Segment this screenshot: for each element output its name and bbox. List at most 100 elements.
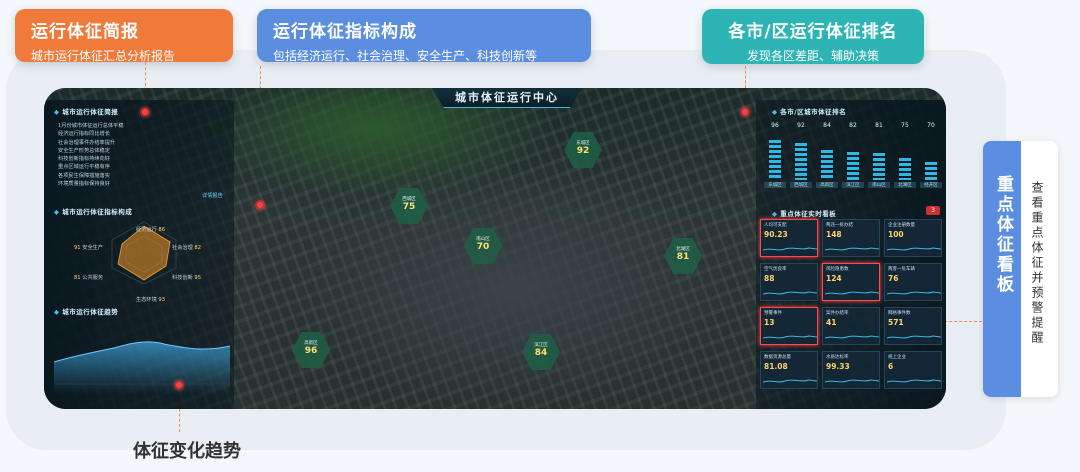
- district-value: 81: [676, 252, 690, 262]
- radar-label-text: 社会治理: [172, 245, 193, 251]
- ranking-value: 81: [875, 122, 883, 129]
- alert-marker[interactable]: [253, 198, 267, 212]
- indicator-value: 148: [826, 230, 842, 239]
- indicator-name: 风险隐患数: [826, 267, 849, 272]
- brief-text: 1月份城市体征运行总体平稳 经济运行指标同比增长 社会治理事件办结率提升 安全生…: [58, 122, 228, 188]
- ranking-value: 92: [797, 122, 805, 129]
- indicator-sparkline: [887, 247, 941, 251]
- board-callout-subtitle: 查看重点体征并预警提醒: [1030, 181, 1044, 346]
- indicator-value: 571: [888, 318, 904, 327]
- radar-label-text: 科技创新: [172, 275, 193, 281]
- trend-panel-title: 城市运行体征趋势: [54, 306, 118, 316]
- brief-panel-title: 城市运行体征简报: [54, 106, 118, 116]
- indicator-sparkline: [763, 335, 817, 339]
- indicator-card[interactable]: 数据资源总量 81.08: [760, 351, 818, 389]
- brief-line: 经济运行指标同比增长: [58, 131, 110, 138]
- radar-label: 生态环境 93: [136, 296, 165, 304]
- ranking-district-name: 南山区: [868, 182, 890, 188]
- radar-label: 81 公共服务: [74, 274, 103, 282]
- radar-value: 93: [158, 297, 166, 303]
- brief-more-link[interactable]: 详情报告: [202, 192, 223, 200]
- trend-area-chart: [54, 341, 230, 394]
- report-callout-title: 运行体征简报: [31, 22, 139, 42]
- indicator-value: 81.08: [764, 362, 788, 371]
- ranking-bar-fill: [769, 140, 781, 180]
- ranking-callout-subtitle: 发现各区差距、辅助决策: [746, 49, 879, 63]
- indicator-sparkline: [763, 379, 817, 383]
- indicator-value: 90.23: [764, 230, 788, 239]
- composition-callout-title: 运行体征指标构成: [273, 22, 417, 42]
- indicator-name: 规上企业: [888, 355, 906, 360]
- indicator-card[interactable]: 企业注册数量 100: [884, 219, 942, 257]
- indicator-name: 两客一危车辆: [888, 267, 915, 272]
- radar-label-text: 生态环境: [136, 297, 157, 303]
- brief-line: 环境质量指标保持良好: [58, 181, 110, 188]
- indicator-name: 预警事件: [764, 311, 782, 316]
- dashboard-title: 城市体征运行中心: [432, 88, 582, 108]
- ranking-bar[interactable]: 75 北湖区: [894, 122, 916, 192]
- ranking-bar[interactable]: 82 滨江区: [842, 122, 864, 192]
- indicator-value: 41: [826, 318, 837, 327]
- ranking-value: 75: [901, 122, 909, 129]
- indicator-card[interactable]: 人均可支配 90.23: [760, 219, 818, 257]
- ranking-district-name: 高新区: [816, 182, 838, 188]
- indicator-value: 76: [888, 274, 899, 283]
- radar-label-text: 安全生产: [82, 245, 104, 251]
- indicator-sparkline: [825, 247, 879, 251]
- indicator-sparkline: [887, 291, 941, 295]
- left-panel: 城市运行体征简报 1月份城市体征运行总体平稳 经济运行指标同比增长 社会治理事件…: [44, 100, 234, 409]
- indicator-card[interactable]: 案件办结率 41: [822, 307, 880, 345]
- alert-count-badge[interactable]: 3: [926, 206, 940, 215]
- indicator-card[interactable]: 两违一拆办结 148: [822, 219, 880, 257]
- indicator-sparkline: [763, 247, 817, 251]
- radar-label-text: 公共服务: [82, 275, 104, 281]
- board-callout-title: 重点体征看板: [993, 175, 1013, 295]
- ranking-callout-title: 各市/区运行体征排名: [728, 22, 898, 42]
- indicator-card[interactable]: 规上企业 6: [884, 351, 942, 389]
- ranking-bar[interactable]: 92 西城区: [790, 122, 812, 192]
- ranking-value: 82: [849, 122, 857, 129]
- indicator-name: 网格事件数: [888, 311, 911, 316]
- indicator-value: 99.33: [826, 362, 850, 371]
- indicator-card[interactable]: 两客一危车辆 76: [884, 263, 942, 301]
- radar-value: 82: [194, 245, 202, 251]
- indicator-name: 空气优良率: [764, 267, 787, 272]
- board-panel-title: 重点体征实时看板: [772, 208, 836, 218]
- indicator-card[interactable]: 预警事件 13: [760, 307, 818, 345]
- indicator-value: 88: [764, 274, 775, 283]
- indicator-sparkline: [825, 291, 879, 295]
- district-value: 70: [476, 242, 490, 252]
- ranking-bar[interactable]: 81 南山区: [868, 122, 890, 192]
- indicator-card[interactable]: 水质达标率 99.33: [822, 351, 880, 389]
- indicator-card[interactable]: 空气优良率 88: [760, 263, 818, 301]
- radar-label: 科技创新 95: [172, 274, 201, 282]
- ranking-district-name: 西城区: [790, 182, 812, 188]
- alert-marker[interactable]: [138, 105, 152, 119]
- composition-callout-subtitle: 包括经济运行、社会治理、安全生产、科技创新等: [273, 49, 538, 63]
- ranking-callout: 各市/区运行体征排名 发现各区差距、辅助决策: [702, 9, 924, 64]
- indicator-sparkline: [825, 379, 879, 383]
- indicator-card[interactable]: 风险隐患数 124: [822, 263, 880, 301]
- ranking-district-name: 滨江区: [842, 182, 864, 188]
- indicator-card[interactable]: 网格事件数 571: [884, 307, 942, 345]
- ranking-district-name: 东城区: [764, 182, 786, 188]
- indicator-name: 两违一拆办结: [826, 223, 853, 228]
- indicator-name: 案件办结率: [826, 311, 849, 316]
- indicator-sparkline: [887, 379, 941, 383]
- ranking-value: 84: [823, 122, 831, 129]
- radar-value: 81: [74, 275, 81, 281]
- brief-line: 安全生产形势总体稳定: [58, 147, 110, 154]
- radar-value: 91: [74, 245, 81, 251]
- district-value: 96: [304, 346, 318, 356]
- alert-marker[interactable]: [738, 105, 752, 119]
- indicator-value: 100: [888, 230, 904, 239]
- ranking-bar[interactable]: 70 经开区: [920, 122, 942, 192]
- indicator-sparkline: [763, 291, 817, 295]
- ranking-bar-fill: [925, 162, 937, 180]
- ranking-bar[interactable]: 84 高新区: [816, 122, 838, 192]
- ranking-bar[interactable]: 96 东城区: [764, 122, 786, 192]
- indicator-sparkline: [825, 335, 879, 339]
- ranking-bar-fill: [821, 150, 833, 180]
- alert-marker[interactable]: [172, 378, 186, 392]
- radar-value: 95: [194, 275, 202, 281]
